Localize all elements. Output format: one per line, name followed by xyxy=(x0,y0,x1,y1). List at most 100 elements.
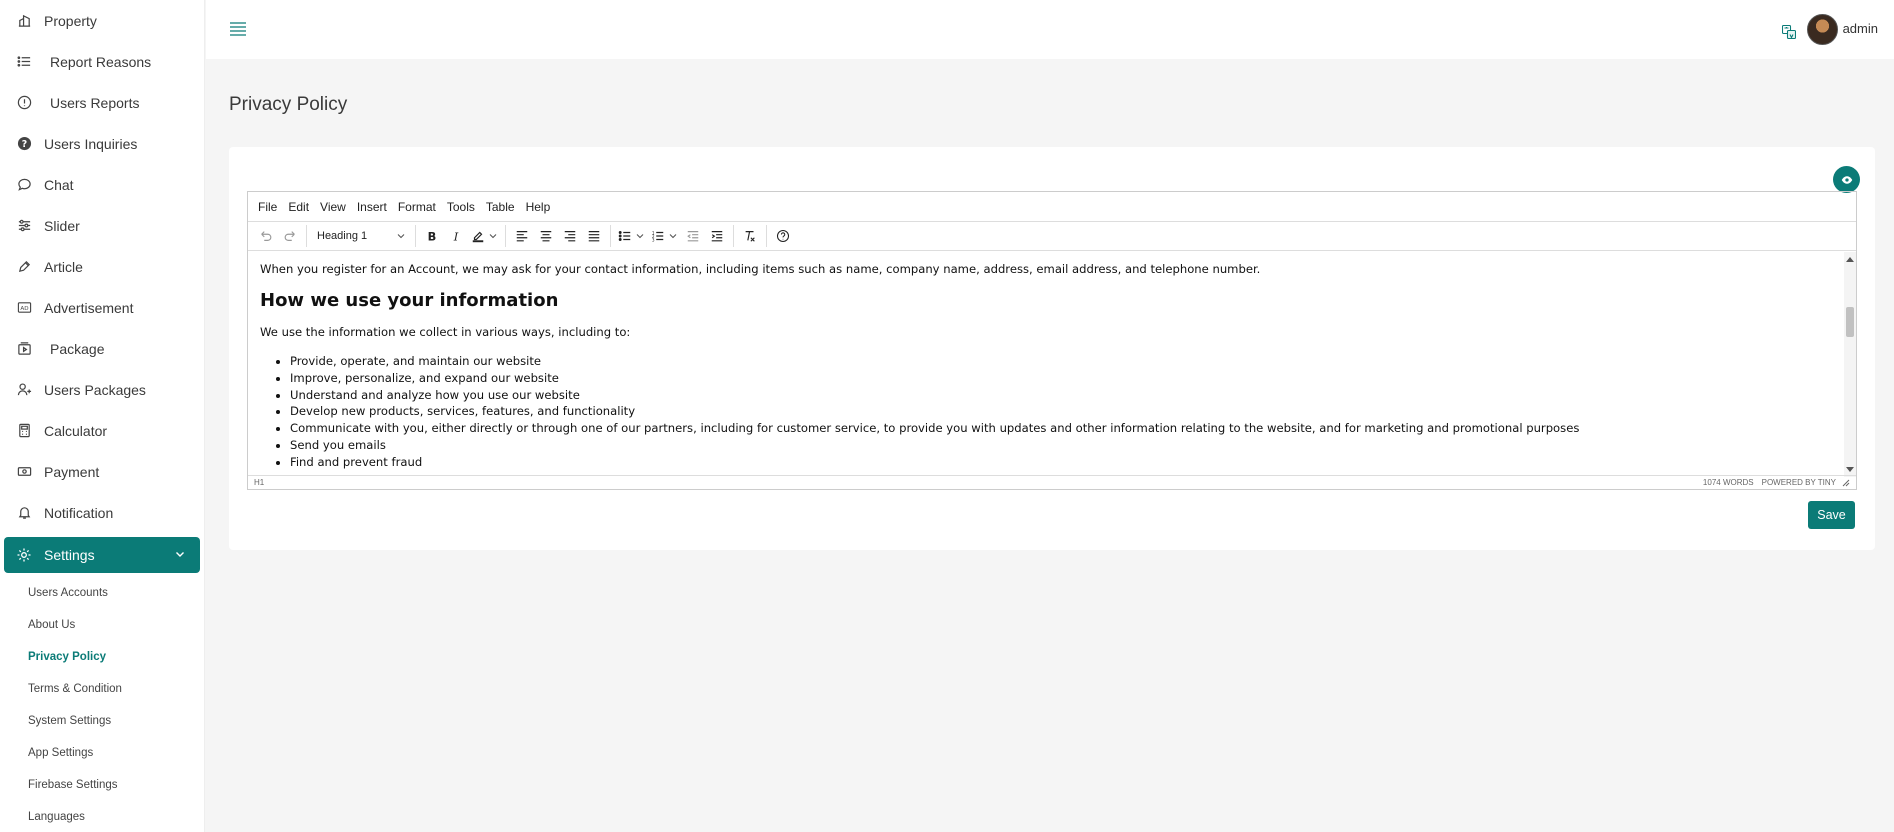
element-path[interactable]: H1 xyxy=(254,478,1703,487)
numbered-list-button[interactable]: 123 xyxy=(648,225,681,247)
sidebar-item-article[interactable]: Article xyxy=(0,246,204,287)
menu-edit[interactable]: Edit xyxy=(288,200,309,214)
menu-help[interactable]: Help xyxy=(526,200,551,214)
sidebar-subitem-firebase-settings[interactable]: Firebase Settings xyxy=(28,769,204,801)
italic-button[interactable]: I xyxy=(444,225,468,247)
sidebar-item-slider[interactable]: Slider xyxy=(0,205,204,246)
rich-text-editor: File Edit View Insert Format Tools Table… xyxy=(247,191,1857,490)
scroll-down-arrow[interactable] xyxy=(1846,467,1854,472)
sidebar-subitem-users-accounts[interactable]: Users Accounts xyxy=(28,577,204,609)
topbar: admin xyxy=(206,0,1894,59)
numbered-list-icon: 123 xyxy=(648,225,668,247)
sidebar-item-users-packages[interactable]: Users Packages xyxy=(0,369,204,410)
sidebar-item-label: Users Reports xyxy=(50,94,140,111)
sidebar-item-calculator[interactable]: Calculator xyxy=(0,410,204,451)
menu-file[interactable]: File xyxy=(258,200,277,214)
svg-text:B: B xyxy=(428,229,437,243)
menu-table[interactable]: Table xyxy=(486,200,515,214)
block-format-select[interactable]: Heading 1 xyxy=(311,225,411,247)
sidebar-item-notification[interactable]: Notification xyxy=(0,492,204,533)
list-item: Send you emails xyxy=(290,437,1844,454)
eye-icon xyxy=(1841,175,1852,184)
sidebar-item-label: Payment xyxy=(44,463,100,480)
editor-toolbar: Heading 1 B I 123 xyxy=(248,222,1856,251)
sidebar-item-label: Property xyxy=(44,12,97,29)
menu-tools[interactable]: Tools xyxy=(447,200,475,214)
indent-icon xyxy=(711,231,723,242)
sidebar-item-report-reasons[interactable]: Report Reasons xyxy=(0,41,204,82)
toolbar-divider xyxy=(415,225,416,247)
sidebar-item-label: Advertisement xyxy=(44,299,134,316)
word-count[interactable]: 1074 WORDS xyxy=(1703,478,1754,487)
highlight-color-button[interactable] xyxy=(468,225,501,247)
undo-icon xyxy=(261,231,272,241)
avatar[interactable] xyxy=(1807,14,1838,45)
help-button[interactable] xyxy=(771,225,795,247)
align-left-icon xyxy=(516,231,528,242)
preview-button[interactable] xyxy=(1833,166,1860,193)
redo-icon xyxy=(284,231,295,241)
sidebar-item-payment[interactable]: Payment xyxy=(0,451,204,492)
resize-handle-icon[interactable] xyxy=(1842,479,1850,487)
sidebar-subitem-privacy-policy[interactable]: Privacy Policy xyxy=(28,641,204,673)
sidebar-subitem-about-us[interactable]: About Us xyxy=(28,609,204,641)
align-center-button[interactable] xyxy=(534,225,558,247)
sidebar-item-label: Slider xyxy=(44,217,80,234)
menu-format[interactable]: Format xyxy=(398,200,436,214)
list-item: Find and prevent fraud xyxy=(290,454,1844,471)
list-item: Understand and analyze how you use our w… xyxy=(290,387,1844,404)
privacy-policy-card: File Edit View Insert Format Tools Table… xyxy=(229,147,1875,550)
scrollbar-thumb[interactable] xyxy=(1846,307,1854,337)
block-format-value: Heading 1 xyxy=(317,230,368,242)
italic-icon: I xyxy=(453,229,459,243)
bold-icon: B xyxy=(428,229,437,243)
sidebar-subitem-app-settings[interactable]: App Settings xyxy=(28,737,204,769)
bold-button[interactable]: B xyxy=(420,225,444,247)
sidebar-item-chat[interactable]: Chat xyxy=(0,164,204,205)
sidebar-item-label: Users Inquiries xyxy=(44,135,138,152)
paragraph-intro: When you register for an Account, we may… xyxy=(260,262,1261,276)
list-item: Provide, operate, and maintain our websi… xyxy=(290,353,1844,370)
editor-scrollbar[interactable] xyxy=(1844,252,1856,477)
scroll-up-arrow[interactable] xyxy=(1846,257,1854,262)
undo-button[interactable] xyxy=(254,225,278,247)
editor-content[interactable]: When you register for an Account, we may… xyxy=(248,252,1856,477)
menu-view[interactable]: View xyxy=(320,200,346,214)
list-item: Communicate with you, either directly or… xyxy=(290,420,1844,437)
redo-button[interactable] xyxy=(278,225,302,247)
align-right-button[interactable] xyxy=(558,225,582,247)
sliders-icon xyxy=(16,218,32,234)
user-package-icon xyxy=(16,382,32,398)
sidebar-item-advertisement[interactable]: AD Advertisement xyxy=(0,287,204,328)
sidebar-item-property[interactable]: Property xyxy=(0,0,204,41)
sidebar-subitem-system-settings[interactable]: System Settings xyxy=(28,705,204,737)
align-left-button[interactable] xyxy=(510,225,534,247)
sidebar-item-users-inquiries[interactable]: ? Users Inquiries xyxy=(0,123,204,164)
indent-button[interactable] xyxy=(705,225,729,247)
list-item: Develop new products, services, features… xyxy=(290,403,1844,420)
clear-formatting-button[interactable] xyxy=(738,225,762,247)
sidebar-item-label: Settings xyxy=(44,547,95,563)
sidebar-item-settings[interactable]: Settings xyxy=(4,537,200,573)
powered-by[interactable]: POWERED BY TINY xyxy=(1762,478,1836,487)
sidebar-subitem-languages[interactable]: Languages xyxy=(28,801,204,832)
translate-icon[interactable] xyxy=(1782,25,1796,39)
chevron-down-icon xyxy=(397,234,405,239)
align-center-icon xyxy=(540,231,552,242)
sidebar-item-package[interactable]: Package xyxy=(0,328,204,369)
sidebar-subitem-terms-condition[interactable]: Terms & Condition xyxy=(28,673,204,705)
menu-insert[interactable]: Insert xyxy=(357,200,387,214)
outdent-button[interactable] xyxy=(681,225,705,247)
list-icon xyxy=(16,54,32,70)
content-heading: How we use your information xyxy=(260,290,559,311)
menu-toggle-icon[interactable] xyxy=(230,22,246,36)
list-item: Improve, personalize, and expand our web… xyxy=(290,370,1844,387)
sidebar-item-users-reports[interactable]: Users Reports xyxy=(0,82,204,123)
username[interactable]: admin xyxy=(1843,21,1878,36)
align-justify-button[interactable] xyxy=(582,225,606,247)
content-list: Provide, operate, and maintain our websi… xyxy=(260,353,1844,471)
svg-text:AD: AD xyxy=(20,306,28,312)
bullet-list-button[interactable] xyxy=(615,225,648,247)
chat-bubble-icon xyxy=(16,177,32,193)
save-button[interactable]: Save xyxy=(1808,501,1855,529)
